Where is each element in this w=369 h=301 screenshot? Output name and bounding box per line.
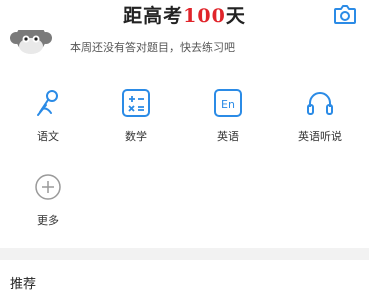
section-divider [0, 248, 369, 260]
subject-english-listening[interactable]: 英语听说 [280, 88, 360, 158]
countdown-number: 100 [183, 5, 226, 27]
subject-label: 更多 [37, 214, 59, 227]
headphones-icon [307, 92, 333, 115]
page-title: 距高考100天 [123, 5, 246, 27]
recommend-title: 推荐 [10, 277, 37, 292]
subject-label: 英语听说 [298, 130, 342, 143]
svg-text:En: En [221, 98, 235, 111]
subject-english[interactable]: En 英语 [188, 88, 268, 158]
chinese-icon [37, 90, 58, 116]
subject-more[interactable]: 更多 [8, 172, 88, 242]
english-icon: En [214, 89, 242, 117]
plus-circle-icon [35, 174, 61, 200]
subject-math[interactable]: 数学 [96, 88, 176, 158]
motto-bar[interactable]: 本周还没有答对题目，快去练习吧 [0, 30, 369, 64]
app-header: 距高考100天 [0, 0, 369, 30]
subject-label: 语文 [37, 130, 59, 143]
subject-label: 数学 [125, 130, 147, 143]
camera-icon[interactable] [333, 3, 357, 25]
subject-label: 英语 [217, 130, 239, 143]
avatar [10, 30, 52, 54]
subject-chinese[interactable]: 语文 [8, 88, 88, 158]
motto-text: 本周还没有答对题目，快去练习吧 [70, 41, 235, 54]
math-icon [122, 89, 150, 117]
